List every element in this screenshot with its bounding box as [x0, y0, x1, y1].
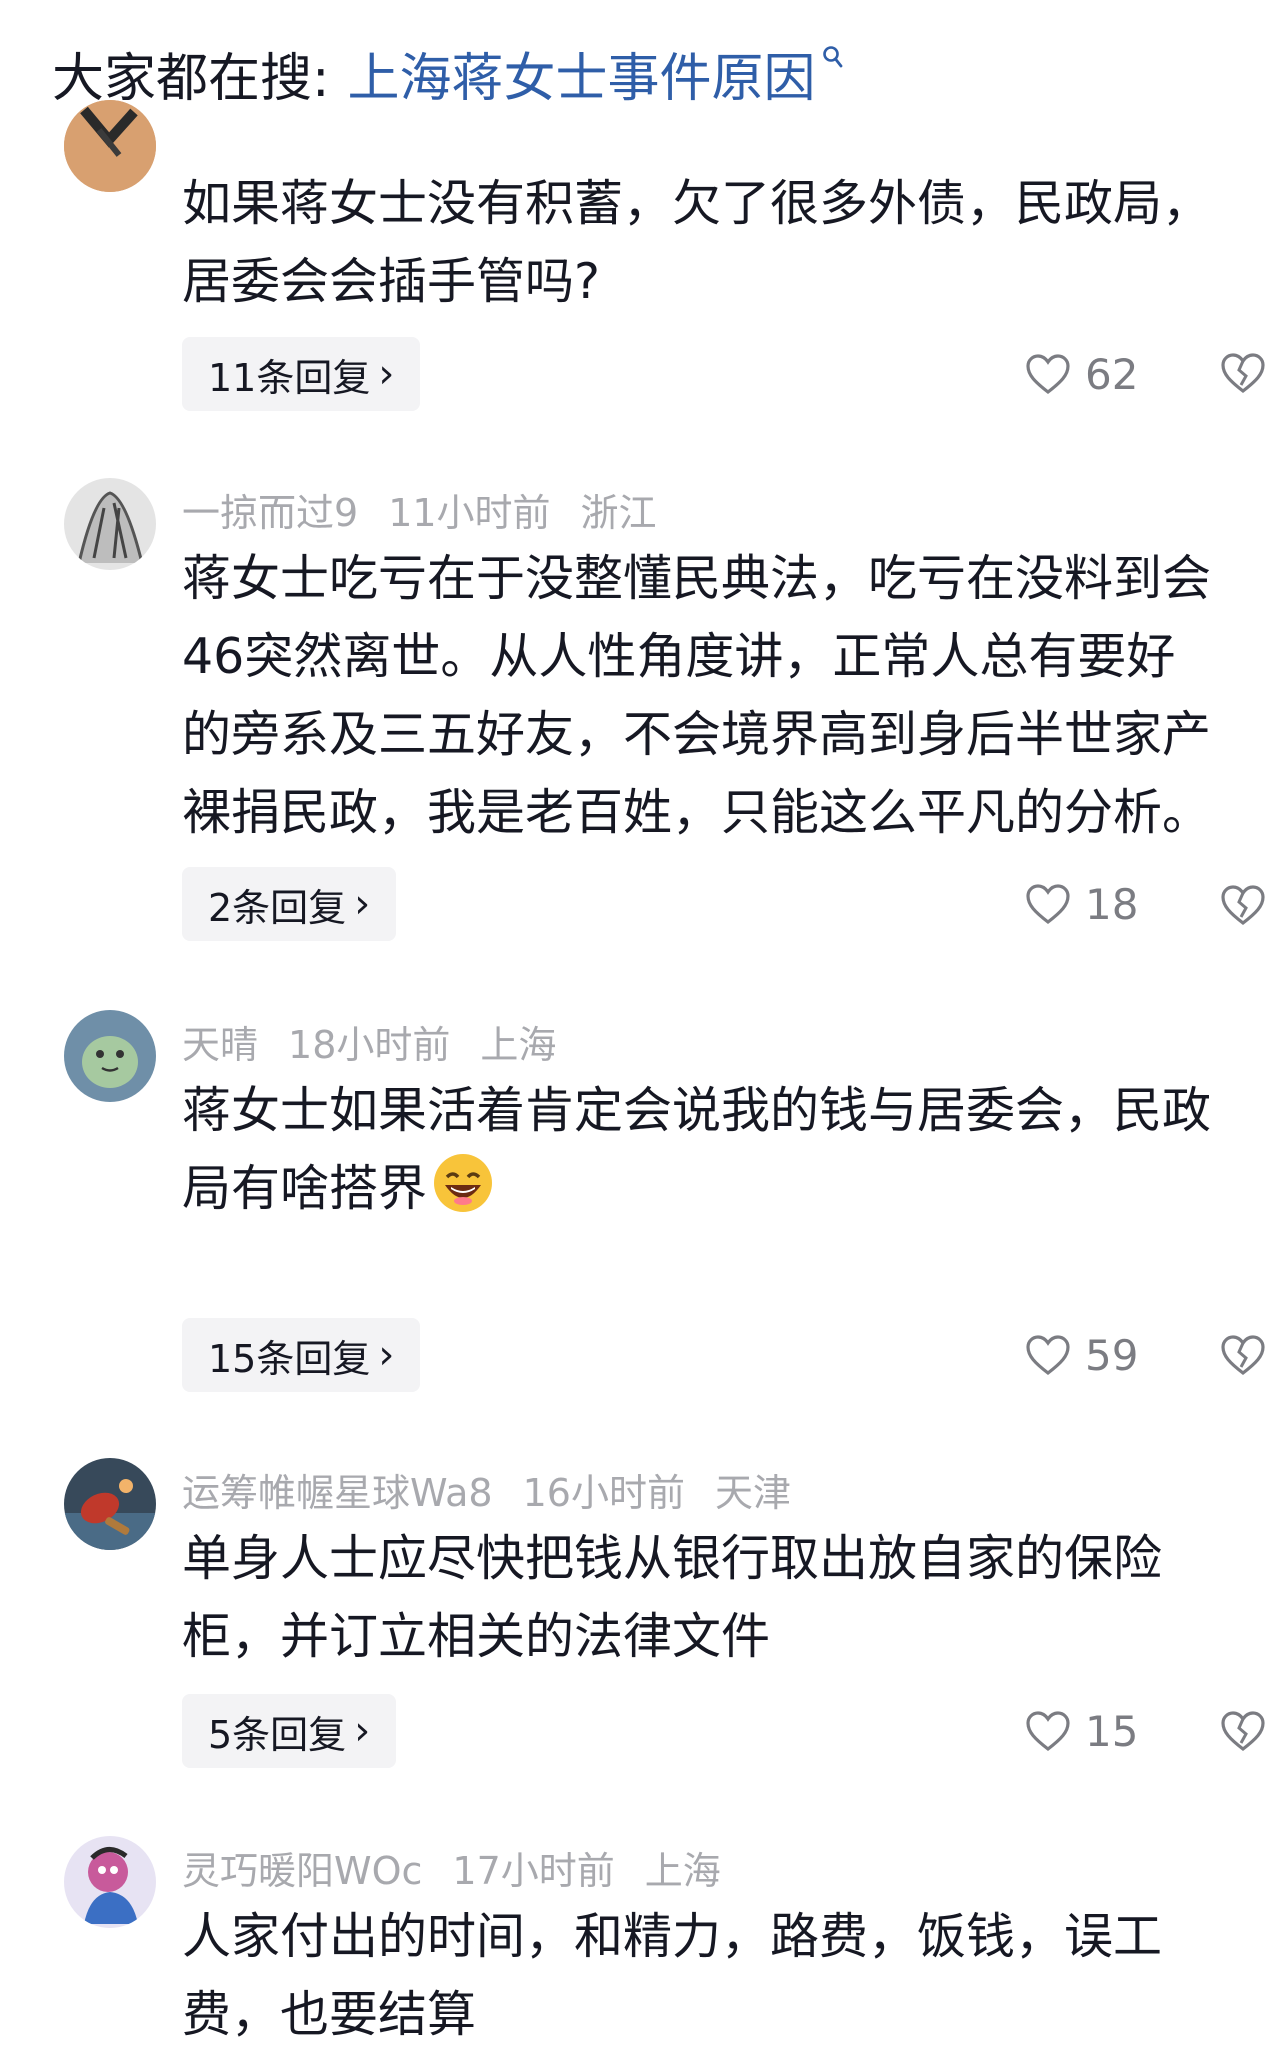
comment-text: 人家付出的时间，和精力，路费，饭钱，误工 费，也要结算	[182, 1908, 1163, 2043]
chevron-right-icon: ›	[354, 881, 371, 927]
comment-meta: 运筹帷幄星球Wa8 16小时前 天津	[182, 1462, 791, 1517]
comment-text: 单身人士应尽快把钱从银行取出放自家的保险 柜，并订立相关的法律文件	[182, 1530, 1163, 1665]
username[interactable]: 一掠而过9	[182, 482, 358, 537]
avatar[interactable]	[64, 478, 156, 570]
location: 天津	[714, 1471, 791, 1515]
like-button[interactable]: 18	[1025, 867, 1138, 941]
view-replies-button[interactable]: 15条回复 ›	[182, 1318, 421, 1392]
comment-text: 蒋女士如果活着肯定会说我的钱与居委会，民政 局有啥搭界	[182, 1082, 1212, 1217]
timestamp: 18小时前	[288, 1023, 451, 1067]
like-count: 62	[1085, 349, 1139, 399]
timestamp: 11小时前	[388, 491, 551, 535]
chevron-right-icon: ›	[354, 1708, 371, 1754]
heart-outline-icon	[1026, 884, 1070, 925]
view-replies-button[interactable]: 2条回复 ›	[182, 867, 397, 941]
like-count: 15	[1085, 1706, 1139, 1756]
location: 上海	[480, 1023, 557, 1067]
laughing-emoji-icon	[431, 1151, 495, 1215]
dislike-button[interactable]	[1220, 884, 1266, 930]
broken-heart-icon	[1221, 353, 1265, 394]
like-count: 59	[1085, 1330, 1139, 1380]
avatar[interactable]	[64, 1836, 156, 1928]
comment-meta: 天晴 18小时前 上海	[182, 1014, 556, 1069]
search-suggestion-bar[interactable]: 大家都在搜: 上海蒋女士事件原因	[52, 36, 844, 111]
timestamp: 16小时前	[522, 1471, 685, 1515]
avatar[interactable]	[64, 1010, 156, 1102]
like-count: 18	[1085, 879, 1139, 929]
broken-heart-icon	[1221, 885, 1265, 926]
username[interactable]: 灵巧暖阳WOc	[182, 1840, 422, 1895]
timestamp: 17小时前	[452, 1849, 615, 1893]
view-replies-button[interactable]: 11条回复 ›	[182, 337, 421, 411]
search-icon[interactable]	[822, 45, 844, 71]
view-replies-button[interactable]: 5条回复 ›	[182, 1694, 397, 1768]
chevron-right-icon: ›	[378, 351, 395, 397]
comment-meta: 灵巧暖阳WOc 17小时前 上海	[182, 1840, 721, 1895]
dislike-button[interactable]	[1220, 352, 1266, 398]
username[interactable]: 运筹帷幄星球Wa8	[182, 1462, 493, 1517]
comment-text: 蒋女士吃亏在于没整懂民典法，吃亏在没料到会 46突然离世。从人性角度讲，正常人总…	[182, 550, 1212, 841]
dislike-button[interactable]	[1220, 1334, 1266, 1380]
location: 上海	[644, 1849, 721, 1893]
heart-outline-icon	[1026, 1711, 1070, 1752]
broken-heart-icon	[1221, 1711, 1265, 1752]
location: 浙江	[580, 491, 657, 535]
avatar[interactable]	[64, 1458, 156, 1550]
like-button[interactable]: 59	[1025, 1318, 1138, 1392]
comment-meta: 一掠而过9 11小时前 浙江	[182, 482, 657, 537]
like-button[interactable]: 15	[1025, 1694, 1138, 1768]
username[interactable]: 天晴	[182, 1014, 258, 1069]
dislike-button[interactable]	[1220, 1710, 1266, 1756]
like-button[interactable]: 62	[1025, 337, 1138, 411]
search-query-link[interactable]: 上海蒋女士事件原因	[348, 36, 816, 111]
heart-outline-icon	[1026, 1335, 1070, 1376]
comment-text: 如果蒋女士没有积蓄，欠了很多外债，民政局， 居委会会插手管吗?	[182, 175, 1212, 310]
chevron-right-icon: ›	[378, 1332, 395, 1378]
broken-heart-icon	[1221, 1335, 1265, 1376]
avatar[interactable]	[64, 100, 156, 192]
search-prefix-label: 大家都在搜:	[52, 48, 330, 109]
heart-outline-icon	[1026, 354, 1070, 395]
